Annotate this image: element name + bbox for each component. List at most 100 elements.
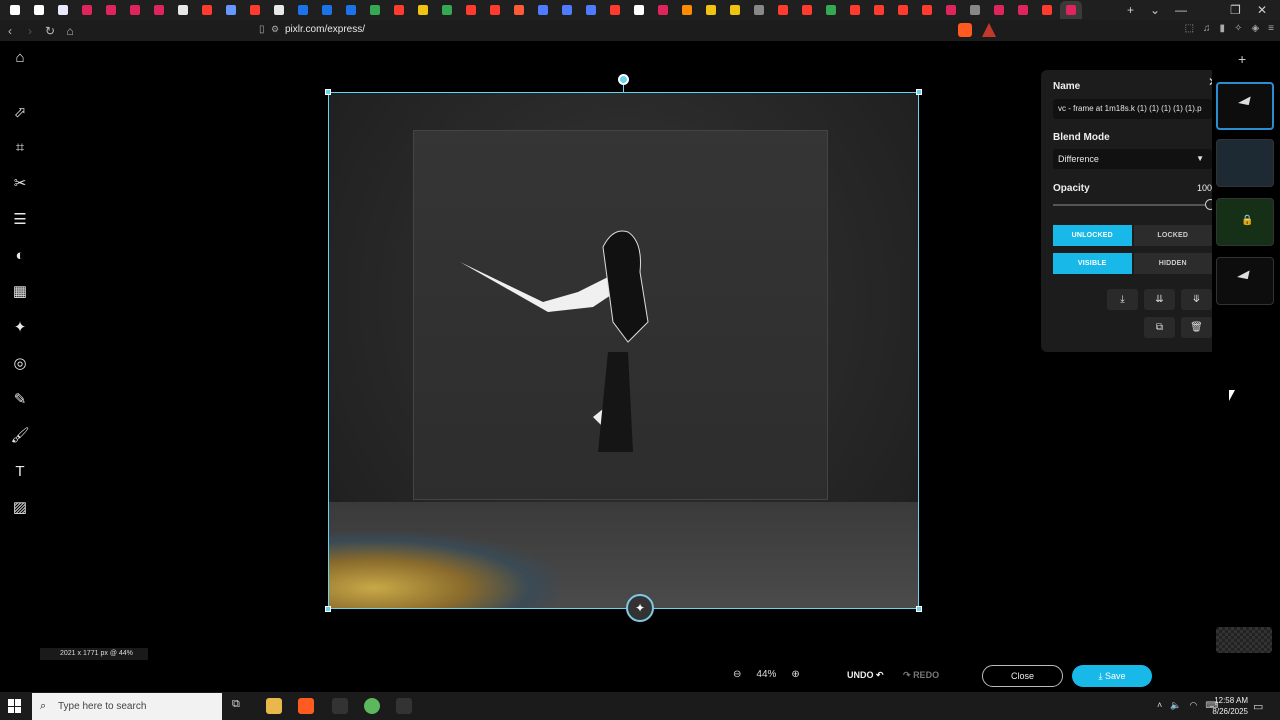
pattern-tool-icon[interactable]: ▨ <box>10 497 30 517</box>
green-app-icon[interactable] <box>364 698 380 714</box>
brush-tool-icon[interactable]: 🖌 <box>10 425 30 445</box>
browser-tab[interactable] <box>364 1 386 19</box>
browser-tab[interactable] <box>124 1 146 19</box>
window-close-button[interactable]: ✕ <box>1257 0 1267 20</box>
browser-tab[interactable] <box>724 1 746 19</box>
rotate-handle[interactable] <box>618 74 629 85</box>
volume-icon[interactable]: 🔈 <box>1170 700 1181 711</box>
browser-tab[interactable] <box>628 1 650 19</box>
browser-tab[interactable] <box>388 1 410 19</box>
browser-tab[interactable] <box>508 1 530 19</box>
brave-rewards-icon[interactable] <box>982 23 996 37</box>
browser-tab[interactable] <box>28 1 50 19</box>
app-icon[interactable] <box>396 698 412 714</box>
browser-tab[interactable] <box>100 1 122 19</box>
close-button[interactable]: Close <box>982 665 1063 687</box>
ai-tool-icon[interactable]: ✦ <box>10 317 30 337</box>
zoom-in-icon[interactable]: ⊕ <box>791 669 799 680</box>
bookmark-icon[interactable]: ▯ <box>259 24 265 35</box>
browser-tab[interactable] <box>556 1 578 19</box>
browser-tab[interactable] <box>292 1 314 19</box>
filter-tool-icon[interactable]: ◐ <box>10 245 30 265</box>
background-layer-thumb[interactable] <box>1216 627 1272 653</box>
layer-thumb-4[interactable] <box>1216 257 1274 305</box>
browser-tab[interactable] <box>748 1 770 19</box>
redo-button[interactable]: ↷ REDO <box>903 670 939 681</box>
browser-tab[interactable] <box>700 1 722 19</box>
task-view-icon[interactable]: ⧉ <box>232 698 248 714</box>
browser-tab[interactable] <box>436 1 458 19</box>
browser-tab[interactable] <box>604 1 626 19</box>
browser-tab[interactable] <box>868 1 890 19</box>
browser-tab[interactable] <box>220 1 242 19</box>
delete-icon[interactable]: 🗑 <box>1181 317 1212 338</box>
restore-button[interactable]: ❐ <box>1230 0 1241 20</box>
layer-name-input[interactable]: vc - frame at 1m18s.k (1) (1) (1) (1) (1… <box>1053 99 1212 119</box>
adjust-tool-icon[interactable]: ☰ <box>10 209 30 229</box>
leo-icon[interactable]: ✧ <box>1234 23 1242 34</box>
hidden-button[interactable]: HIDDEN <box>1133 253 1212 274</box>
flatten-icon[interactable]: ⤋ <box>1181 289 1212 310</box>
resize-handle-tr[interactable] <box>916 89 922 95</box>
home-icon[interactable]: ⌂ <box>10 47 30 67</box>
browser-tab[interactable] <box>52 1 74 19</box>
back-icon[interactable]: ‹ <box>0 24 20 38</box>
resize-handle-bl[interactable] <box>325 606 331 612</box>
browser-tab[interactable] <box>340 1 362 19</box>
browser-tab[interactable] <box>988 1 1010 19</box>
browser-tab[interactable] <box>172 1 194 19</box>
tab-search-icon[interactable]: ⌄ <box>1150 0 1160 20</box>
cutout-tool-icon[interactable]: ✂ <box>10 173 30 193</box>
media-icon[interactable]: ♫ <box>1203 23 1211 34</box>
browser-tab[interactable] <box>796 1 818 19</box>
browser-tab[interactable] <box>148 1 170 19</box>
crop-tool-icon[interactable]: ⌗ <box>10 137 30 157</box>
network-icon[interactable]: ◠ <box>1189 700 1197 711</box>
brave-shield-icon[interactable] <box>958 23 972 37</box>
duplicate-icon[interactable]: ⧉ <box>1144 317 1175 338</box>
browser-tab[interactable] <box>268 1 290 19</box>
chevron-up-icon[interactable]: ˄ <box>1157 700 1162 711</box>
windows-start-icon[interactable] <box>8 699 22 713</box>
browser-tab[interactable] <box>844 1 866 19</box>
brave-browser-icon[interactable] <box>298 698 314 714</box>
browser-tab[interactable] <box>964 1 986 19</box>
add-layer-icon[interactable]: + <box>1238 51 1246 67</box>
home-icon[interactable]: ⌂ <box>60 24 80 38</box>
browser-tab[interactable] <box>580 1 602 19</box>
forward-icon[interactable]: › <box>20 24 40 38</box>
undo-button[interactable]: UNDO ↶ <box>847 670 884 681</box>
browser-tab[interactable] <box>820 1 842 19</box>
browser-tab[interactable] <box>4 1 26 19</box>
browser-tab[interactable] <box>76 1 98 19</box>
unlocked-button[interactable]: UNLOCKED <box>1053 225 1132 246</box>
browser-tab[interactable] <box>316 1 338 19</box>
minimize-button[interactable]: — <box>1175 0 1187 20</box>
browser-tab[interactable] <box>652 1 674 19</box>
blend-mode-select[interactable]: Difference ▼ <box>1053 149 1212 169</box>
browser-tab[interactable] <box>412 1 434 19</box>
extensions-icon[interactable]: ⬚ <box>1185 23 1194 34</box>
text-tool-icon[interactable]: T <box>10 461 30 481</box>
layer-thumb-2[interactable] <box>1216 139 1274 187</box>
arrange-tool-icon[interactable]: ⬀ <box>10 102 30 122</box>
save-button[interactable]: ⤓ Save <box>1072 665 1152 687</box>
resize-handle-br[interactable] <box>916 606 922 612</box>
layer-thumb-1[interactable] <box>1216 82 1274 130</box>
heal-tool-icon[interactable]: ✎ <box>10 389 30 409</box>
reload-icon[interactable]: ↻ <box>40 24 60 38</box>
browser-tab[interactable] <box>244 1 266 19</box>
browser-tab[interactable] <box>1060 1 1082 19</box>
menu-icon[interactable]: ≡ <box>1268 23 1274 34</box>
taskbar-search[interactable]: ⌕ Type here to search <box>32 693 222 720</box>
browser-tab[interactable] <box>532 1 554 19</box>
selection-box[interactable] <box>328 92 919 609</box>
ai-sparkle-button[interactable]: ✦ <box>626 594 654 622</box>
audio-app-icon[interactable] <box>332 698 348 714</box>
locked-button[interactable]: LOCKED <box>1133 225 1212 246</box>
browser-tab[interactable] <box>772 1 794 19</box>
browser-tab[interactable] <box>196 1 218 19</box>
opacity-slider[interactable] <box>1053 199 1216 210</box>
wallet-icon[interactable]: ◈ <box>1251 23 1259 34</box>
clock[interactable]: 12:58 AM 8/26/2025 <box>1212 695 1248 717</box>
